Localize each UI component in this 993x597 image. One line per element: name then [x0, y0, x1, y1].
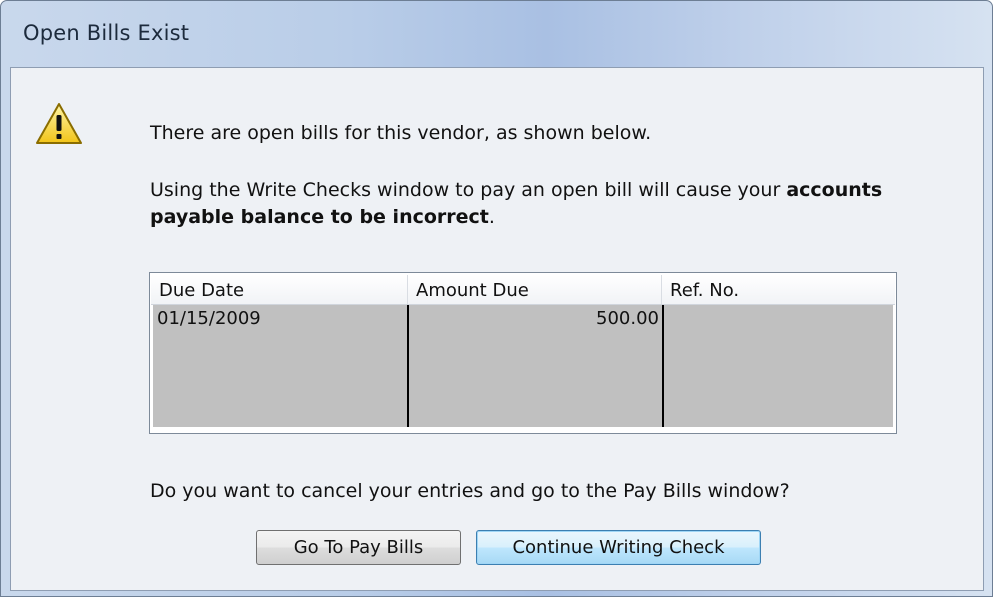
- warning-message-prefix: Using the Write Checks window to pay an …: [150, 179, 787, 201]
- open-bills-dialog: Open Bills Exist There are open bills fo…: [0, 0, 993, 597]
- warning-message-suffix: .: [488, 206, 495, 228]
- continue-writing-check-button[interactable]: Continue Writing Check: [476, 530, 761, 565]
- open-bills-table: Due Date Amount Due Ref. No. 01/15/2009 …: [149, 272, 897, 434]
- cell-due-date[interactable]: 01/15/2009: [157, 307, 261, 331]
- dialog-body: There are open bills for this vendor, as…: [10, 67, 984, 591]
- warning-triangle-icon: [36, 103, 82, 144]
- open-bills-message: There are open bills for this vendor, as…: [150, 122, 652, 144]
- warning-message: Using the Write Checks window to pay an …: [150, 177, 910, 231]
- table-body: 01/15/2009 500.00: [153, 305, 893, 427]
- cell-amount-due[interactable]: 500.00: [409, 307, 659, 331]
- column-divider: [662, 305, 664, 427]
- go-to-pay-bills-button[interactable]: Go To Pay Bills: [256, 530, 461, 565]
- question-text: Do you want to cancel your entries and g…: [150, 480, 790, 502]
- window-title: Open Bills Exist: [23, 21, 190, 45]
- table-header: Due Date Amount Due Ref. No.: [151, 275, 895, 305]
- column-header-amount-due[interactable]: Amount Due: [408, 275, 662, 304]
- column-header-due-date[interactable]: Due Date: [151, 275, 408, 304]
- title-bar[interactable]: Open Bills Exist: [1, 1, 992, 67]
- column-header-ref-no[interactable]: Ref. No.: [662, 275, 895, 304]
